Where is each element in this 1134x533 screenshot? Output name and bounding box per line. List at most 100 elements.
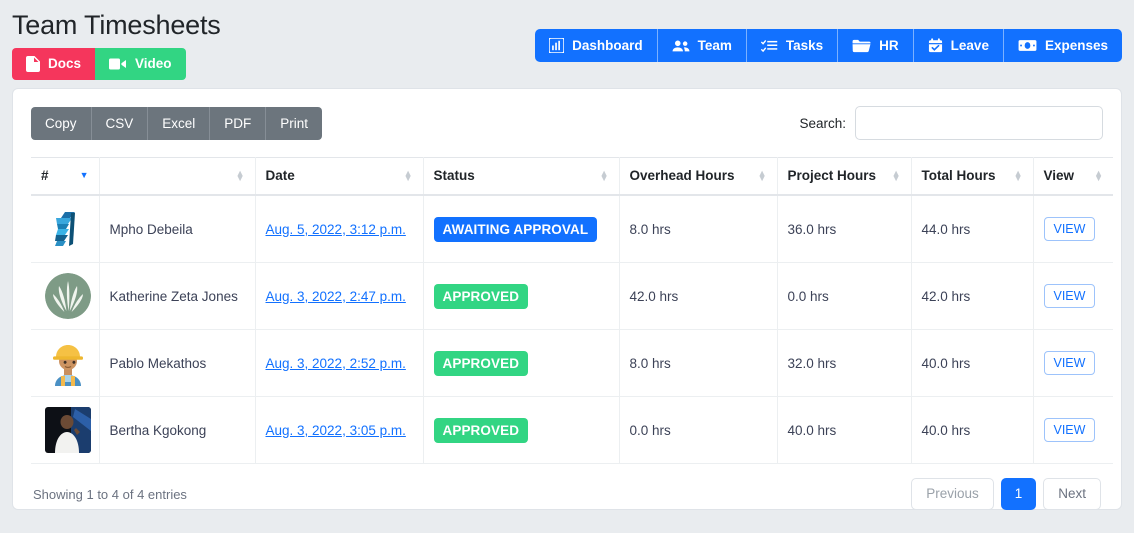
- employee-name: Mpho Debeila: [99, 195, 256, 263]
- person-photo-avatar: [45, 407, 91, 453]
- timesheet-date-link[interactable]: Aug. 3, 2022, 2:47 p.m.: [266, 289, 406, 304]
- timesheet-date-link[interactable]: Aug. 3, 2022, 3:05 p.m.: [266, 423, 406, 438]
- nav-item-dashboard[interactable]: Dashboard: [535, 29, 658, 62]
- avatar-cell: [31, 195, 100, 263]
- column-header-overhead-hours[interactable]: Overhead Hours ▲ ▼: [619, 157, 778, 196]
- date-cell: Aug. 3, 2022, 2:47 p.m.: [255, 262, 424, 330]
- nav-item-tasks[interactable]: Tasks: [747, 29, 839, 62]
- construction-worker-avatar: [45, 340, 91, 386]
- video-camera-icon: [109, 57, 127, 71]
- status-badge: AWAITING APPROVAL: [433, 216, 598, 242]
- table-row: Pablo Mekathos Aug. 3, 2022, 2:52 p.m. A…: [31, 329, 1113, 397]
- pdf-button[interactable]: PDF: [210, 106, 267, 140]
- project-hours: 0.0 hrs: [777, 262, 912, 330]
- sort-both-icon: ▲ ▼: [757, 167, 767, 183]
- sort-desc-icon: ▼: [79, 170, 89, 180]
- pagination: Previous 1 Next: [911, 478, 1101, 510]
- sort-both-icon: ▲ ▼: [1094, 167, 1103, 183]
- timesheet-date-link[interactable]: Aug. 5, 2022, 3:12 p.m.: [266, 222, 406, 237]
- overhead-hours: 42.0 hrs: [619, 262, 778, 330]
- avatar-cell: [31, 262, 100, 330]
- list-check-icon: [760, 39, 778, 53]
- timesheets-card: Copy CSV Excel PDF Print Search: # ▼ ▲ ▼…: [12, 88, 1122, 510]
- export-buttons-group: Copy CSV Excel PDF Print: [31, 106, 323, 140]
- table-row: Mpho Debeila Aug. 5, 2022, 3:12 p.m. AWA…: [31, 195, 1113, 263]
- overhead-hours: 0.0 hrs: [619, 396, 778, 464]
- csv-button[interactable]: CSV: [91, 106, 149, 140]
- status-cell: APPROVED: [423, 262, 620, 330]
- print-button[interactable]: Print: [266, 106, 323, 140]
- column-header-total-hours[interactable]: Total Hours ▲ ▼: [911, 157, 1034, 196]
- next-page-button[interactable]: Next: [1043, 478, 1101, 510]
- status-cell: APPROVED: [423, 396, 620, 464]
- table-body: Mpho Debeila Aug. 5, 2022, 3:12 p.m. AWA…: [31, 195, 1113, 464]
- chart-bar-icon: [549, 38, 565, 53]
- employee-name: Bertha Kgokong: [99, 396, 256, 464]
- overhead-hours: 8.0 hrs: [619, 195, 778, 263]
- view-cell: VIEW: [1033, 262, 1113, 330]
- excel-button[interactable]: Excel: [148, 106, 211, 140]
- nav-item-hr-label: HR: [879, 37, 899, 53]
- table-row: Katherine Zeta Jones Aug. 3, 2022, 2:47 …: [31, 262, 1113, 330]
- users-icon: [672, 39, 690, 53]
- view-cell: VIEW: [1033, 396, 1113, 464]
- total-hours: 44.0 hrs: [911, 195, 1034, 263]
- total-hours: 40.0 hrs: [911, 396, 1034, 464]
- total-hours: 40.0 hrs: [911, 329, 1034, 397]
- date-cell: Aug. 3, 2022, 3:05 p.m.: [255, 396, 424, 464]
- nav-item-team-label: Team: [697, 37, 732, 53]
- column-header-view[interactable]: View ▲ ▼: [1033, 157, 1113, 196]
- view-button[interactable]: VIEW: [1043, 418, 1096, 442]
- avatar-cell: [31, 396, 100, 464]
- search-label: Search:: [799, 115, 846, 131]
- column-header-status[interactable]: Status ▲ ▼: [423, 157, 620, 196]
- total-hours: 42.0 hrs: [911, 262, 1034, 330]
- calendar-check-icon: [928, 38, 943, 53]
- nav-item-expenses[interactable]: Expenses: [1004, 29, 1122, 62]
- video-button[interactable]: Video: [95, 48, 186, 80]
- view-cell: VIEW: [1033, 329, 1113, 397]
- view-button[interactable]: VIEW: [1043, 217, 1096, 241]
- column-header-number[interactable]: # ▼: [31, 157, 100, 196]
- column-header-project-hours[interactable]: Project Hours ▲ ▼: [777, 157, 912, 196]
- nav-item-leave-label: Leave: [950, 37, 989, 53]
- video-button-label: Video: [135, 56, 172, 71]
- header-action-buttons: Docs Video: [12, 48, 186, 80]
- money-bill-icon: [1018, 39, 1037, 52]
- copy-button[interactable]: Copy: [31, 106, 92, 140]
- view-button[interactable]: VIEW: [1043, 284, 1096, 308]
- search-input[interactable]: [855, 106, 1103, 140]
- table-toolbar: Copy CSV Excel PDF Print Search:: [31, 105, 1103, 141]
- status-badge: APPROVED: [433, 350, 529, 376]
- previous-page-button[interactable]: Previous: [911, 478, 994, 510]
- project-hours: 40.0 hrs: [777, 396, 912, 464]
- status-cell: APPROVED: [423, 329, 620, 397]
- nav-item-hr-label-tasks: Tasks: [785, 37, 824, 53]
- nav-item-dashboard-label: Dashboard: [572, 37, 643, 53]
- aloe-plant-circle-avatar: [45, 273, 91, 319]
- docs-button[interactable]: Docs: [12, 48, 96, 80]
- search-area: Search:: [799, 106, 1103, 140]
- column-header-date[interactable]: Date ▲ ▼: [255, 157, 424, 196]
- sort-both-icon: ▲ ▼: [599, 167, 609, 183]
- nav-item-hr[interactable]: HR: [838, 29, 914, 62]
- table-head: # ▼ ▲ ▼ Date ▲ ▼ Status ▲ ▼ Overhead Hou…: [31, 157, 1113, 196]
- column-header-employee[interactable]: ▲ ▼: [99, 157, 256, 196]
- nav-item-team[interactable]: Team: [658, 29, 747, 62]
- status-badge: APPROVED: [433, 417, 529, 443]
- table-header-row: # ▼ ▲ ▼ Date ▲ ▼ Status ▲ ▼ Overhead Hou…: [31, 157, 1113, 196]
- project-hours: 36.0 hrs: [777, 195, 912, 263]
- page-header: Team Timesheets Docs Video Dashboard Tea…: [0, 0, 1134, 88]
- view-button[interactable]: VIEW: [1043, 351, 1096, 375]
- status-badge: APPROVED: [433, 283, 529, 309]
- sort-both-icon: ▲ ▼: [1013, 167, 1023, 183]
- project-hours: 32.0 hrs: [777, 329, 912, 397]
- page-1-button[interactable]: 1: [1000, 478, 1037, 510]
- view-cell: VIEW: [1033, 195, 1113, 263]
- timesheet-date-link[interactable]: Aug. 3, 2022, 2:52 p.m.: [266, 356, 406, 371]
- file-document-icon: [26, 56, 40, 72]
- nav-item-leave[interactable]: Leave: [914, 29, 1004, 62]
- folder-icon: [852, 39, 871, 53]
- date-cell: Aug. 5, 2022, 3:12 p.m.: [255, 195, 424, 263]
- status-cell: AWAITING APPROVAL: [423, 195, 620, 263]
